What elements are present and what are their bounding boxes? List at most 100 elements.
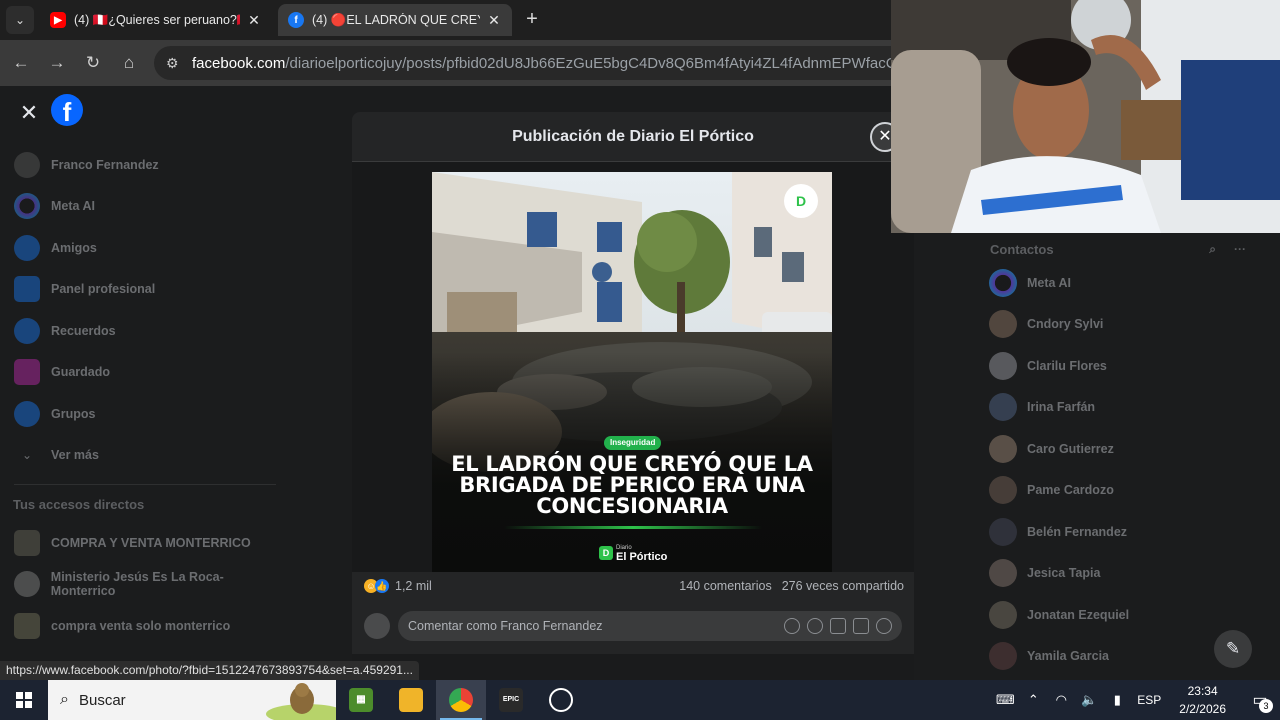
tab-search-button[interactable]: ⌄ [6,6,34,34]
post-headline: EL LADRÓN QUE CREYÓ QUE LA BRIGADA DE PE… [451,452,813,518]
contacts-header: Contactos ⌕ ··· [980,236,1260,262]
new-message-button[interactable]: ✎ [1214,630,1252,668]
category-badge: Inseguridad [604,436,662,450]
sidebar-item-label: Ver más [51,448,99,463]
taskbar-app-explorer[interactable] [386,680,436,720]
sidebar-item-memories[interactable]: Recuerdos [0,310,290,352]
like-reaction-icon: 👍 [375,579,389,593]
sidebar-item-profile[interactable]: Franco Fernandez [0,144,290,186]
contact-item[interactable]: Caro Gutierrez [980,428,1260,470]
reaction-count[interactable]: 1,2 mil [395,579,432,593]
chevron-up-icon[interactable]: ⌃ [1022,692,1044,708]
wifi-icon[interactable]: ◠ [1050,692,1072,708]
taskbar-app-chrome[interactable] [436,680,486,720]
sidebar-item-groups[interactable]: Grupos [0,393,290,435]
sidebar-item-friends[interactable]: Amigos [0,227,290,269]
taskbar-app-epic[interactable]: EPIC [486,680,536,720]
avatar [989,642,1017,671]
emoji-icon[interactable] [807,618,823,634]
sidebar-item-see-more[interactable]: ⌄ Ver más [0,435,290,477]
brand-name: El Pórtico [616,551,668,563]
search-icon: ⌕ [60,691,69,708]
contact-name: Jonatan Ezequiel [1027,607,1130,622]
tab-facebook[interactable]: f (4) 🔴EL LADRÓN QUE CREYÓ ✕ [278,4,512,36]
search-icon[interactable]: ⌕ [1209,242,1216,257]
close-tab-icon[interactable]: ✕ [486,12,502,29]
shares-count[interactable]: 276 veces compartido [782,579,904,593]
home-icon[interactable]: ⌂ [116,50,142,76]
start-button[interactable] [0,680,48,720]
tab-label: (4) 🔴EL LADRÓN QUE CREYÓ [312,12,480,27]
modal-header: Publicación de Diario El Pórtico [352,112,914,162]
usb-icon[interactable]: ▮ [1106,692,1128,708]
memories-icon [14,317,40,344]
post-image[interactable]: D Inseguridad EL LADRÓN QUE CREYÓ QUE LA… [432,172,832,572]
avatar [989,434,1017,463]
search-highlight-illustration [266,683,336,720]
comment-placeholder: Comentar como Franco Fernandez [408,619,603,633]
facebook-logo[interactable]: f [51,94,83,127]
contact-item[interactable]: Belén Fernandez [980,511,1260,553]
notifications-button[interactable]: ▭ 3 [1240,680,1280,720]
sidebar-item-dashboard[interactable]: Panel profesional [0,269,290,311]
chrome-icon [449,688,473,712]
steam-icon [549,688,573,712]
shortcut-item[interactable]: compra venta solo monterrico [0,605,290,647]
shortcut-label: compra venta solo monterrico [51,618,231,633]
left-sidebar: Franco Fernandez Meta AI Amigos Panel pr… [0,144,290,647]
windows-icon [16,692,32,708]
back-icon[interactable]: ← [8,50,34,76]
sticker-icon[interactable] [876,618,892,634]
dashboard-icon [14,276,40,303]
volume-icon[interactable]: 🔈 [1078,692,1100,708]
contact-item[interactable]: Irina Farfán [980,387,1260,429]
reload-icon[interactable]: ↻ [80,50,106,76]
webcam-video [891,0,1280,233]
contact-item[interactable]: Jesica Tapia [980,553,1260,595]
contacts-title: Contactos [990,241,1054,257]
contact-item[interactable]: Cndory Sylvi [980,304,1260,346]
contact-item[interactable]: Clarilu Flores [980,345,1260,387]
post-stats: ☺ 👍 1,2 mil 140 comentarios 276 veces co… [352,572,914,600]
forward-icon[interactable]: → [44,50,70,76]
sidebar-item-saved[interactable]: Guardado [0,352,290,394]
avatar-sticker-icon[interactable] [784,618,800,634]
taskbar-app-steam[interactable] [536,680,586,720]
taskbar-app-minecraft[interactable]: ▦ [336,680,386,720]
contact-item[interactable]: Pame Cardozo [980,470,1260,512]
close-tab-icon[interactable]: ✕ [246,12,262,29]
comment-input[interactable]: Comentar como Franco Fernandez [398,611,902,641]
windows-taskbar: ⌕ Buscar ▦ EPIC ⌨ ⌃ ◠ 🔈 ▮ ESP 23:34 2/2/… [0,680,1280,720]
sidebar-item-label: Amigos [51,240,97,255]
group-thumbnail [14,612,40,639]
keyboard-icon[interactable]: ⌨ [994,692,1016,708]
clock[interactable]: 23:34 2/2/2026 [1179,682,1226,718]
shortcut-label: COMPRA Y VENTA MONTERRICO [51,535,251,550]
group-thumbnail [14,529,40,556]
more-icon[interactable]: ··· [1234,242,1246,257]
reactions[interactable]: ☺ 👍 [364,579,389,593]
new-tab-button[interactable]: + [520,8,544,32]
shortcut-item[interactable]: Ministerio Jesús Es La Roca- Monterrico [0,564,290,606]
sidebar-item-meta-ai[interactable]: Meta AI [0,186,290,228]
gif-icon[interactable] [853,618,869,634]
contacts-panel: Contactos ⌕ ··· Meta AI Cndory Sylvi Clar… [980,236,1260,677]
meta-ai-icon [14,193,40,220]
avatar [989,600,1017,629]
brand-logo-icon: D [599,546,613,560]
shortcut-item[interactable]: COMPRA Y VENTA MONTERRICO [0,522,290,564]
site-settings-icon[interactable]: ⚙ [166,55,182,71]
contact-item[interactable]: Meta AI [980,262,1260,304]
friends-icon [14,234,40,261]
avatar [364,613,390,639]
language-indicator[interactable]: ESP [1137,693,1161,707]
tab-youtube[interactable]: ▶ (4) 🇵🇪¿Quieres ser peruano?🇵🇪 # ✕ [40,4,272,36]
close-icon[interactable]: ✕ [14,98,44,128]
epic-games-icon: EPIC [499,688,523,712]
contact-item[interactable]: Jonatan Ezequiel [980,594,1260,636]
comments-count[interactable]: 140 comentarios [679,579,771,593]
taskbar-search[interactable]: ⌕ Buscar [48,680,336,720]
sidebar-item-label: Franco Fernandez [51,157,159,172]
comment-composer: Comentar como Franco Fernandez [352,606,914,646]
camera-icon[interactable] [830,618,846,634]
